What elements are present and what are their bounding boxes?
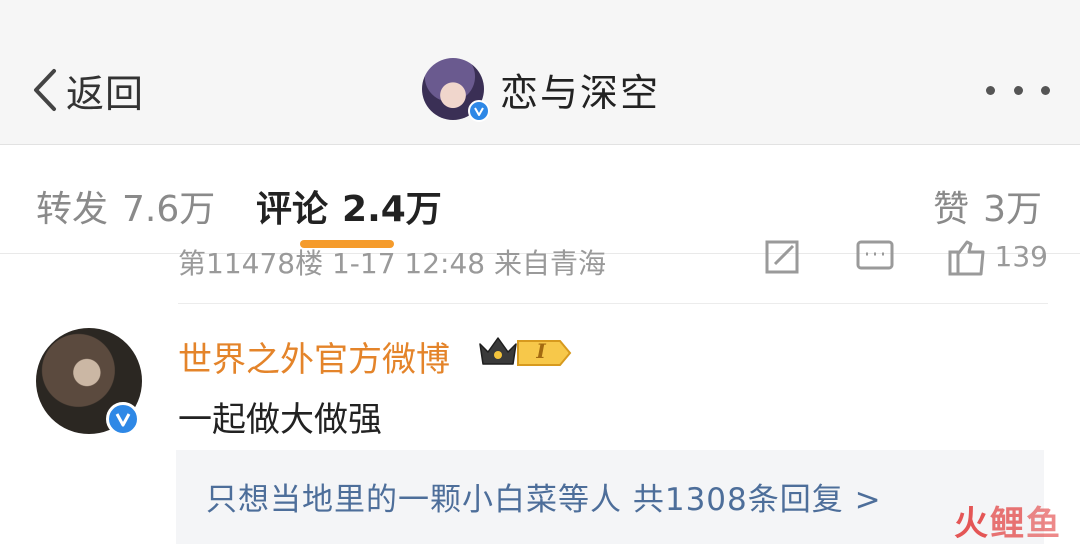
verified-badge-icon [106,402,140,436]
tab-like-label: 赞 [933,189,970,230]
replies-summary-link[interactable]: 只想当地里的一颗小白菜等人 共1308条回复 > [206,474,882,519]
watermark-char: 鱼 [1026,504,1062,544]
previous-comment-meta: 第11478楼 1-17 12:48 来自青海 [178,247,607,276]
tab-forward-count: 7.6万 [122,189,216,230]
tab-comment-label: 评论 [256,189,329,230]
tab-comment[interactable]: 评论 2.4万 [256,180,442,232]
account-name[interactable]: 恋与深空 [500,62,660,117]
post-tabs: 转发 7.6万 评论 2.4万 赞 3万 [0,146,1080,254]
tab-forward-label: 转发 [36,189,109,230]
more-dot-icon [1013,85,1023,95]
tab-comment-count: 2.4万 [342,189,442,230]
crown-icon [479,337,517,365]
tab-like[interactable]: 赞 3万 [933,180,1042,232]
tab-forward[interactable]: 转发 7.6万 [36,180,215,232]
more-dot-icon [1041,85,1050,95]
comment-text: 一起做大做强 [178,400,382,440]
comment-divider [178,303,1048,304]
top-nav-bar: 返回 恋与深空 [0,0,1080,145]
back-button[interactable]: 返回 [28,62,144,118]
more-dot-icon [986,85,995,95]
commenter-name[interactable]: 世界之外官方微博 [178,332,450,381]
replies-summary-box[interactable]: 只想当地里的一颗小白菜等人 共1308条回复 > [176,450,1044,544]
watermark-char: 鲤 [990,504,1026,544]
previous-comment-actions: 139 [711,240,1048,276]
more-options-button[interactable] [986,74,1050,106]
like-icon[interactable] [947,240,987,276]
chevron-left-icon [34,69,56,111]
previous-comment-like-count[interactable]: 139 [995,240,1048,273]
watermark-logo: 火鲤鱼 [954,496,1062,544]
member-level-label: I [536,339,546,363]
account-profile-link[interactable]: 恋与深空 [422,58,660,122]
verified-badge-icon [468,100,490,122]
previous-comment-footer: 第11478楼 1-17 12:48 来自青海 139 [178,240,1048,276]
account-avatar[interactable] [422,58,490,122]
comment-icon[interactable] [855,240,895,276]
tab-like-count: 3万 [983,189,1042,230]
watermark-char: 火 [954,504,990,544]
back-label: 返回 [66,71,145,116]
share-icon[interactable] [763,240,803,276]
